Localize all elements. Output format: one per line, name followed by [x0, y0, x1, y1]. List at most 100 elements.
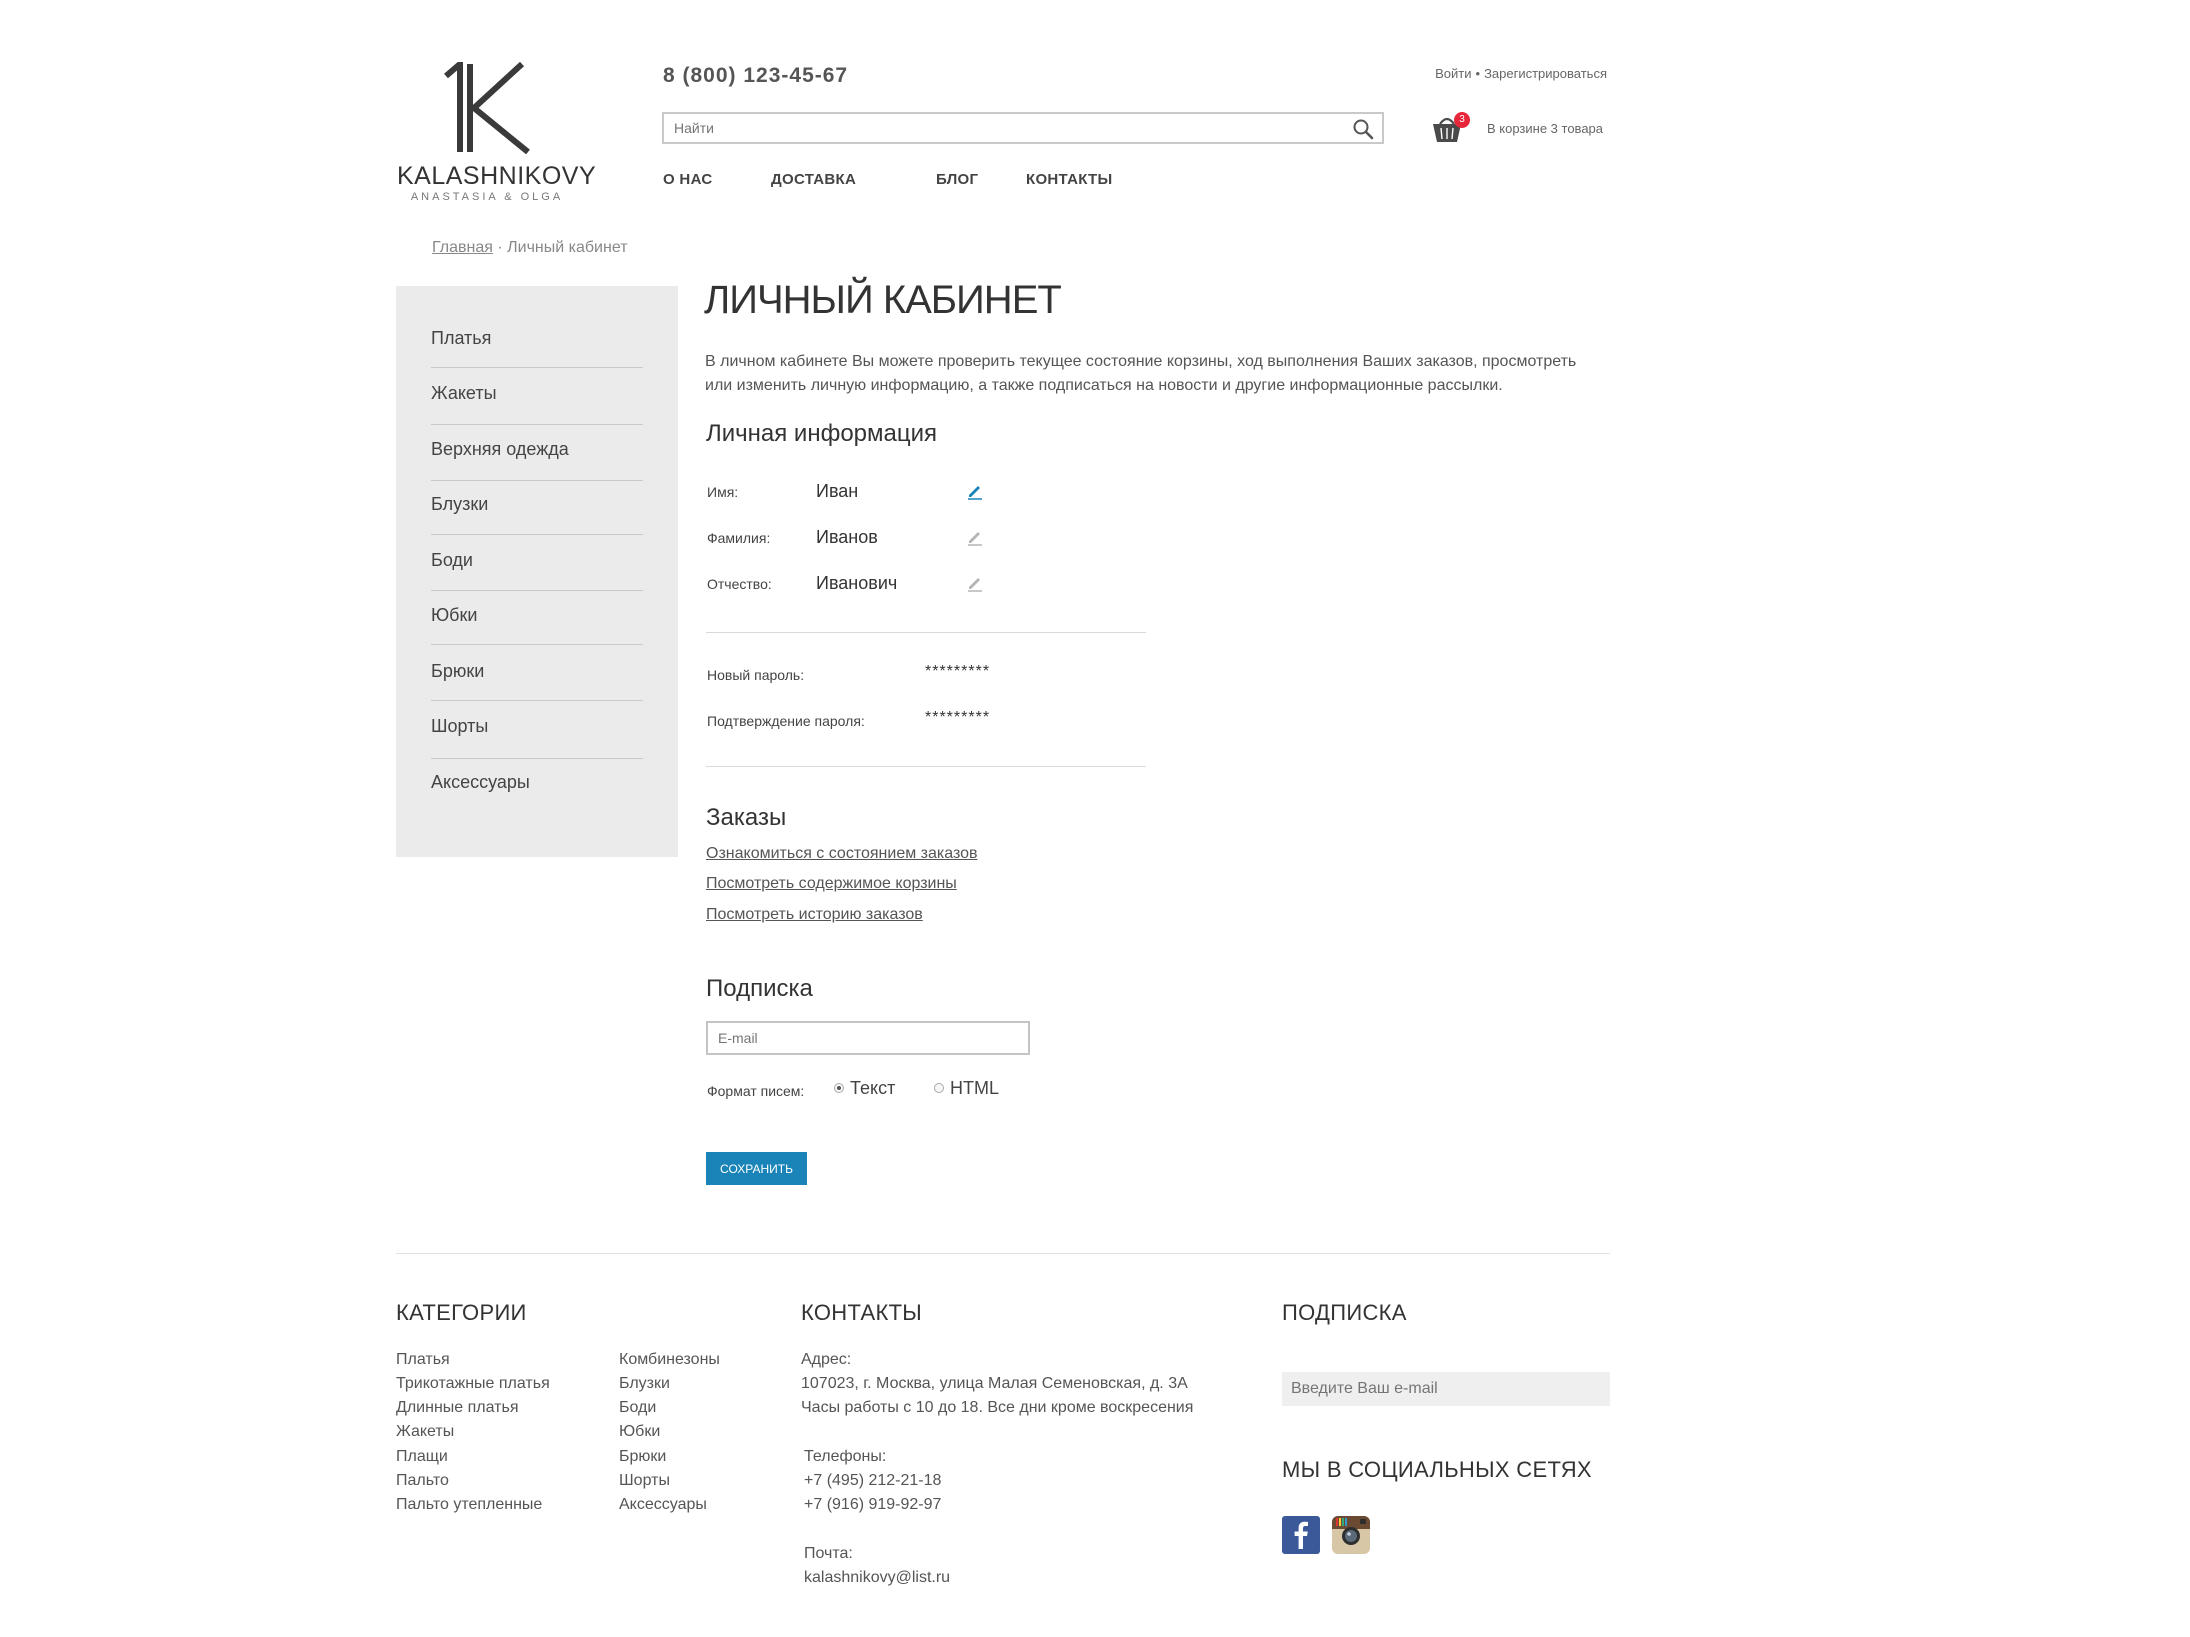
cart-count-badge: 3	[1454, 112, 1470, 128]
footer-category-link[interactable]: Пальто	[396, 1472, 449, 1490]
format-text-label[interactable]: Текст	[850, 1078, 895, 1099]
subscription-email-input[interactable]	[708, 1023, 1018, 1053]
letter-format-label: Формат писем:	[707, 1083, 805, 1099]
logo-name: KALASHNIKOVY	[397, 162, 597, 190]
sidebar-item-bodies[interactable]: Боди	[431, 550, 641, 571]
format-html-radio[interactable]	[934, 1083, 944, 1093]
last-name-label: Фамилия:	[707, 530, 771, 546]
search-icon[interactable]	[1352, 118, 1374, 140]
footer-divider	[396, 1253, 1610, 1254]
instagram-icon[interactable]	[1332, 1516, 1370, 1554]
sidebar-item-dresses[interactable]: Платья	[431, 328, 641, 349]
breadcrumb-separator: ·	[497, 239, 503, 256]
nav-about[interactable]: О НАС	[663, 171, 712, 188]
phone-1[interactable]: +7 (495) 212-21-18	[804, 1472, 941, 1490]
sidebar-item-jackets[interactable]: Жакеты	[431, 383, 641, 404]
breadcrumb-home[interactable]: Главная	[432, 239, 493, 256]
footer-category-link[interactable]: Боди	[619, 1399, 656, 1417]
footer-category-link[interactable]: Юбки	[619, 1423, 660, 1441]
format-text-radio[interactable]	[834, 1083, 844, 1093]
footer-contacts-title: КОНТАКТЫ	[801, 1300, 923, 1325]
footer-category-link[interactable]: Блузки	[619, 1375, 670, 1393]
category-sidebar: Платья Жакеты Верхняя одежда Блузки Боди…	[396, 286, 678, 857]
footer-category-link[interactable]: Длинные платья	[396, 1399, 519, 1417]
sidebar-divider	[431, 480, 643, 481]
footer-category-link[interactable]: Аксессуары	[619, 1496, 707, 1514]
confirm-password-field[interactable]: *********	[925, 709, 990, 727]
logo-mark[interactable]	[440, 62, 534, 154]
subscription-email-box	[706, 1021, 1030, 1055]
mail-link[interactable]: kalashnikovy@list.ru	[804, 1569, 950, 1587]
new-password-field[interactable]: *********	[925, 663, 990, 681]
cart-summary[interactable]: В корзине 3 товара	[1487, 121, 1603, 136]
section-divider	[706, 766, 1146, 767]
footer-category-link[interactable]: Брюки	[619, 1448, 666, 1466]
patronymic-label: Отчество:	[707, 576, 772, 592]
sidebar-divider	[431, 534, 643, 535]
search-input[interactable]	[664, 114, 1334, 142]
confirm-password-label: Подтверждение пароля:	[707, 713, 865, 729]
footer-category-link[interactable]: Комбинезоны	[619, 1351, 720, 1369]
orders-heading: Заказы	[706, 804, 787, 831]
patronymic-value: Иванович	[816, 573, 898, 593]
first-name-label: Имя:	[707, 484, 739, 500]
breadcrumb: Главная · Личный кабинет	[432, 239, 628, 257]
edit-patronymic-icon[interactable]	[966, 574, 984, 592]
working-hours: Часы работы с 10 до 18. Все дни кроме во…	[801, 1399, 1194, 1416]
auth-links: Войти • Зарегистрироваться	[1423, 66, 1607, 81]
sidebar-divider	[431, 700, 643, 701]
sidebar-item-skirts[interactable]: Юбки	[431, 605, 641, 626]
nav-blog[interactable]: БЛОГ	[936, 171, 978, 188]
address-label: Адрес:	[801, 1351, 852, 1368]
edit-last-name-icon[interactable]	[966, 528, 984, 546]
logo-subtitle: ANASTASIA & OLGA	[410, 191, 564, 203]
sidebar-item-blouses[interactable]: Блузки	[431, 494, 641, 515]
login-link[interactable]: Войти	[1435, 66, 1471, 81]
header-phone: 8 (800) 123-45-67	[663, 64, 849, 87]
intro-text: В личном кабинете Вы можете проверить те…	[705, 353, 1577, 394]
format-html-label[interactable]: HTML	[950, 1078, 999, 1099]
sidebar-item-accessories[interactable]: Аксессуары	[431, 772, 641, 793]
save-button[interactable]: Сохранить	[706, 1152, 807, 1185]
orders-status-link[interactable]: Ознакомиться с состоянием заказов	[706, 845, 978, 863]
cart-contents-link[interactable]: Посмотреть содержимое корзины	[706, 875, 957, 893]
footer-subscribe-title: ПОДПИСКА	[1282, 1300, 1407, 1325]
sidebar-item-shorts[interactable]: Шорты	[431, 716, 641, 737]
search-box	[662, 112, 1384, 144]
auth-separator: •	[1475, 66, 1481, 81]
nav-contacts[interactable]: КОНТАКТЫ	[1026, 171, 1112, 188]
footer-subscribe-box	[1282, 1372, 1610, 1406]
mail-label: Почта:	[804, 1545, 853, 1562]
order-history-link[interactable]: Посмотреть историю заказов	[706, 906, 923, 924]
subscription-heading: Подписка	[706, 975, 813, 1002]
address-value: 107023, г. Москва, улица Малая Семеновск…	[801, 1375, 1188, 1392]
sidebar-divider	[431, 644, 643, 645]
footer-category-link[interactable]: Шорты	[619, 1472, 670, 1490]
edit-first-name-icon[interactable]	[966, 482, 984, 500]
phone-2[interactable]: +7 (916) 919-92-97	[804, 1496, 941, 1514]
footer-category-link[interactable]: Жакеты	[396, 1423, 454, 1441]
section-divider	[706, 632, 1146, 633]
sidebar-divider	[431, 367, 643, 368]
footer-category-link[interactable]: Платья	[396, 1351, 450, 1369]
sidebar-item-trousers[interactable]: Брюки	[431, 661, 641, 682]
footer-category-link[interactable]: Пальто утепленные	[396, 1496, 542, 1514]
register-link[interactable]: Зарегистрироваться	[1484, 66, 1607, 81]
footer-categories-title: КАТЕГОРИИ	[396, 1300, 527, 1325]
sidebar-divider	[431, 424, 643, 425]
personal-info-heading: Личная информация	[706, 420, 938, 447]
footer-category-link[interactable]: Плащи	[396, 1448, 448, 1466]
facebook-icon[interactable]	[1282, 1516, 1320, 1554]
footer-category-link[interactable]: Трикотажные платья	[396, 1375, 550, 1393]
sidebar-divider	[431, 590, 643, 591]
new-password-label: Новый пароль:	[707, 667, 805, 683]
footer-email-input[interactable]	[1282, 1372, 1601, 1406]
phones-label: Телефоны:	[804, 1448, 887, 1465]
social-title: МЫ В СОЦИАЛЬНЫХ СЕТЯХ	[1282, 1457, 1592, 1482]
sidebar-item-outerwear[interactable]: Верхняя одежда	[431, 439, 641, 460]
breadcrumb-current: Личный кабинет	[507, 239, 628, 256]
page-title: ЛИЧНЫЙ КАБИНЕТ	[704, 278, 1062, 322]
first-name-value: Иван	[816, 481, 859, 501]
last-name-value: Иванов	[816, 527, 878, 547]
nav-delivery[interactable]: ДОСТАВКА	[771, 171, 856, 188]
